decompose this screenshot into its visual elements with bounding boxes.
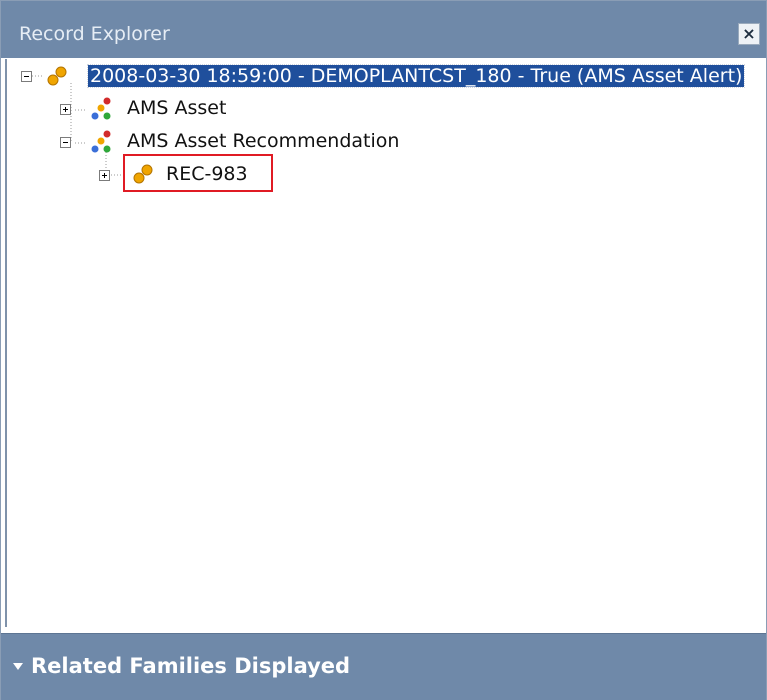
panel-title: Record Explorer	[19, 23, 170, 45]
tree-root-label[interactable]: 2008-03-30 18:59:00 - DEMOPLANTCST_180 -…	[86, 64, 746, 88]
close-icon: ×	[742, 24, 756, 43]
related-families-section[interactable]: Related Families Displayed	[1, 633, 766, 700]
tree-item-ams-asset[interactable]: AMS Asset	[127, 97, 226, 119]
tree-item-ams-asset-recommendation[interactable]: AMS Asset Recommendation	[127, 130, 399, 152]
record-icon	[133, 164, 153, 184]
ams-asset-expand-toggle[interactable]	[60, 104, 71, 115]
panel-titlebar: Record Explorer ×	[1, 1, 766, 58]
related-families-label[interactable]: Related Families Displayed	[31, 654, 350, 678]
rec-983-expand-toggle[interactable]	[99, 170, 110, 181]
close-button[interactable]: ×	[738, 23, 760, 45]
family-icon	[91, 130, 111, 153]
record-tree: 2008-03-30 18:59:00 - DEMOPLANTCST_180 -…	[5, 59, 766, 627]
record-icon	[47, 66, 67, 86]
family-icon	[91, 97, 111, 120]
caret-down-icon	[13, 663, 23, 670]
ams-asset-recommendation-collapse-toggle[interactable]	[60, 137, 71, 148]
tree-item-rec-983[interactable]: REC-983	[166, 163, 248, 185]
root-collapse-toggle[interactable]	[21, 71, 32, 82]
record-explorer-panel: Record Explorer × 2008-03-30 18:59:00 - …	[0, 0, 767, 700]
